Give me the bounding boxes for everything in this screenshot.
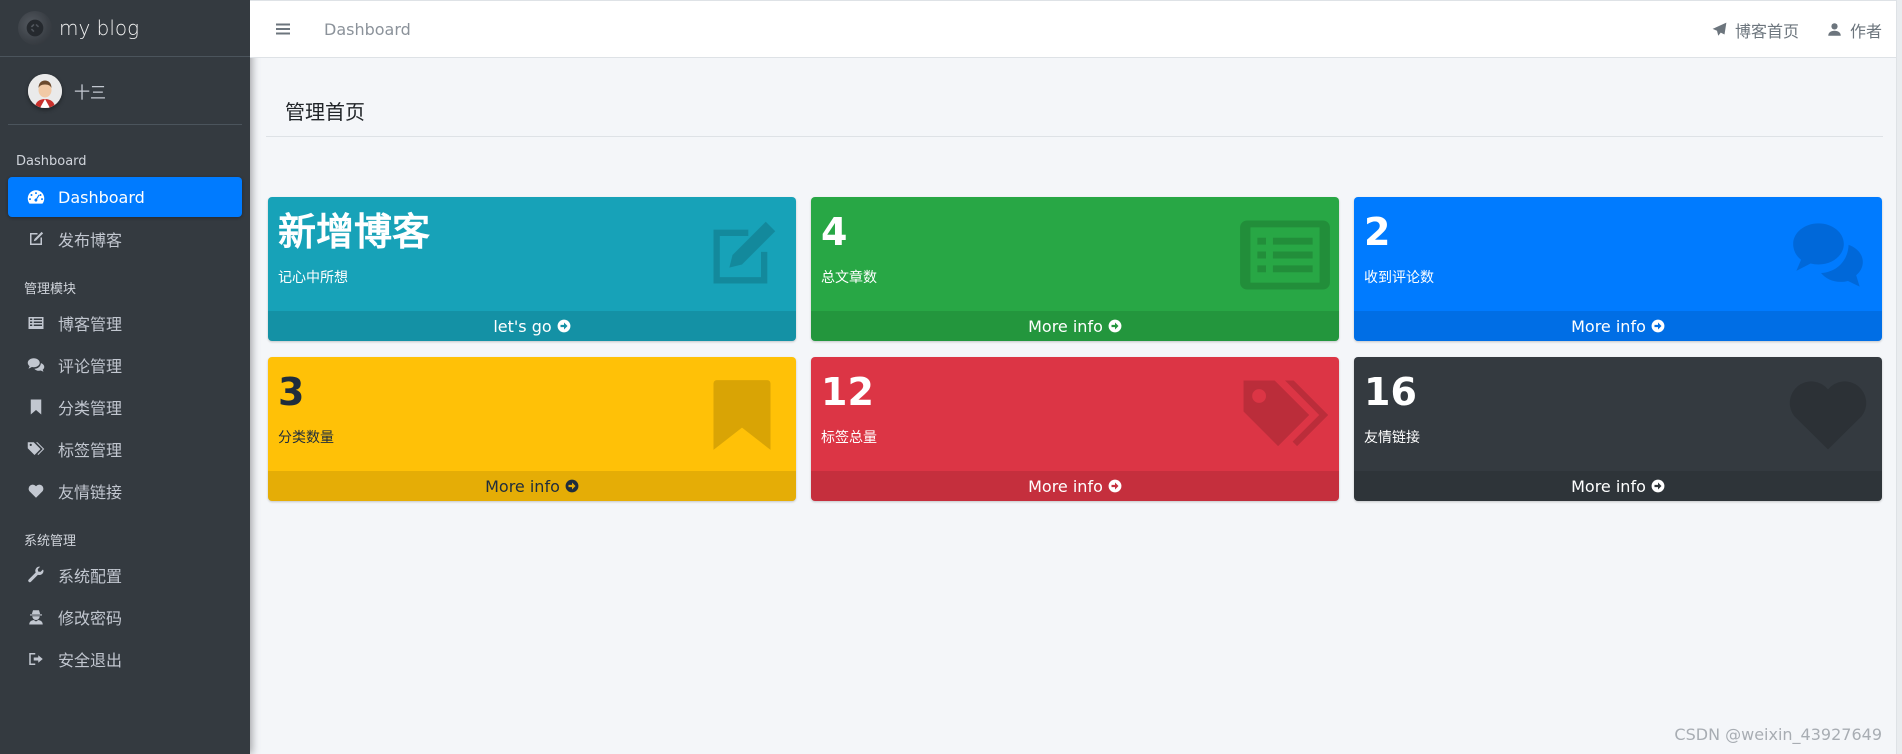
card-footer-link[interactable]: let's go (268, 311, 796, 341)
sidebar-item-logout[interactable]: 安全退出 (8, 639, 242, 679)
content-header: 管理首页 (266, 90, 1883, 137)
dashboard-icon (25, 188, 47, 206)
list-icon (25, 314, 47, 332)
sidebar-item-blog-management[interactable]: 博客管理 (8, 303, 242, 343)
edit-icon (696, 217, 788, 293)
user-icon (1828, 23, 1841, 36)
sidebar-item-tag-management[interactable]: 标签管理 (8, 429, 242, 469)
card-footer-label: let's go (493, 316, 552, 336)
user-name: 十三 (74, 82, 107, 102)
tags-icon (25, 440, 47, 458)
menu-toggle-icon[interactable] (274, 20, 292, 38)
arrow-circle-right-icon (1108, 479, 1122, 493)
sidebar-item-friend-links[interactable]: 友情链接 (8, 471, 242, 511)
card-footer-label: More info (1028, 476, 1103, 496)
nav-header-management: 管理模块 (24, 281, 77, 297)
page-title: 管理首页 (285, 100, 365, 124)
top-navbar: Dashboard 博客首页 作者 (250, 0, 1902, 58)
blog-home-link[interactable]: 博客首页 (1712, 18, 1799, 42)
brand-text: my blog (59, 16, 140, 40)
card-value: 4 (821, 210, 848, 254)
card-new-blog: 新增博客 记心中所想 let's go (268, 197, 796, 341)
comments-icon (25, 356, 47, 374)
card-footer-link[interactable]: More info (268, 471, 796, 501)
wrench-icon (25, 566, 47, 584)
paper-plane-icon (1712, 22, 1727, 36)
card-friend-links: 16 友情链接 More info (1354, 357, 1882, 501)
heart-icon (1782, 377, 1874, 453)
card-footer-label: More info (1571, 476, 1646, 496)
sidebar-item-category-management[interactable]: 分类管理 (8, 387, 242, 427)
sidebar-item-comment-management[interactable]: 评论管理 (8, 345, 242, 385)
sidebar-item-label: 发布博客 (58, 231, 123, 250)
sidebar-item-label: 标签管理 (58, 441, 123, 460)
watermark: CSDN @weixin_43927649 (1674, 725, 1882, 744)
arrow-circle-right-icon (565, 479, 579, 493)
sidebar-item-change-password[interactable]: 修改密码 (8, 597, 242, 637)
sidebar-item-system-config[interactable]: 系统配置 (8, 555, 242, 595)
author-label: 作者 (1849, 21, 1882, 41)
arrow-circle-right-icon (1108, 319, 1122, 333)
card-label: 分类数量 (278, 430, 334, 446)
heart-icon (25, 482, 47, 500)
sidebar-item-label: 友情链接 (58, 483, 123, 502)
card-tags: 12 标签总量 More info (811, 357, 1339, 501)
card-label: 标签总量 (821, 430, 877, 446)
brand-link[interactable]: my blog (0, 0, 250, 57)
sidebar-item-label: 系统配置 (58, 567, 123, 586)
comments-icon (1782, 217, 1874, 293)
page-scrollbar[interactable] (1896, 0, 1902, 754)
avatar (28, 73, 62, 108)
user-panel[interactable]: 十三 (8, 57, 242, 125)
nav-header-system: 系统管理 (24, 533, 77, 549)
arrow-circle-right-icon (1651, 479, 1665, 493)
bookmark-icon (696, 377, 788, 453)
card-value: 新增博客 (278, 210, 431, 254)
author-link[interactable]: 作者 (1827, 18, 1882, 42)
top-right-menu: 博客首页 作者 (1684, 1, 1882, 58)
blog-home-label: 博客首页 (1734, 21, 1799, 41)
arrow-circle-right-icon (1651, 319, 1665, 333)
tags-icon (1239, 377, 1331, 453)
card-footer-label: More info (1571, 316, 1646, 336)
bookmark-icon (25, 398, 47, 416)
sidebar-item-dashboard[interactable]: Dashboard (8, 177, 242, 217)
card-footer-link[interactable]: More info (1354, 471, 1882, 501)
card-value: 3 (278, 370, 305, 414)
card-footer-link[interactable]: More info (811, 311, 1339, 341)
card-footer-label: More info (1028, 316, 1103, 336)
sign-out-icon (25, 650, 47, 668)
sidebar: my blog 十三 Dashboard Dashboard 发布博客 管理模块 (0, 0, 250, 754)
user-secret-icon (25, 608, 47, 626)
card-footer-label: More info (485, 476, 560, 496)
sidebar-item-label: 评论管理 (58, 357, 123, 376)
card-comments: 2 收到评论数 More info (1354, 197, 1882, 341)
card-label: 总文章数 (821, 270, 877, 286)
sidebar-item-label: Dashboard (58, 187, 145, 207)
card-label: 友情链接 (1364, 430, 1420, 446)
card-label: 收到评论数 (1364, 270, 1434, 286)
list-alt-icon (1239, 217, 1331, 293)
brand-logo-icon (18, 11, 52, 45)
card-footer-link[interactable]: More info (1354, 311, 1882, 341)
card-label: 记心中所想 (278, 270, 348, 286)
card-value: 16 (1364, 370, 1417, 414)
card-categories: 3 分类数量 More info (268, 357, 796, 501)
card-total-articles: 4 总文章数 More info (811, 197, 1339, 341)
sidebar-item-publish[interactable]: 发布博客 (8, 219, 242, 259)
edit-icon (25, 230, 47, 248)
sidebar-item-label: 分类管理 (58, 399, 123, 418)
sidebar-item-label: 安全退出 (58, 651, 123, 670)
card-value: 2 (1364, 210, 1391, 254)
card-value: 12 (821, 370, 874, 414)
nav-link-dashboard[interactable]: Dashboard (324, 20, 411, 39)
arrow-circle-right-icon (557, 319, 571, 333)
nav-header-dashboard: Dashboard (16, 153, 87, 169)
sidebar-item-label: 博客管理 (58, 315, 123, 334)
sidebar-item-label: 修改密码 (58, 609, 123, 628)
card-footer-link[interactable]: More info (811, 471, 1339, 501)
